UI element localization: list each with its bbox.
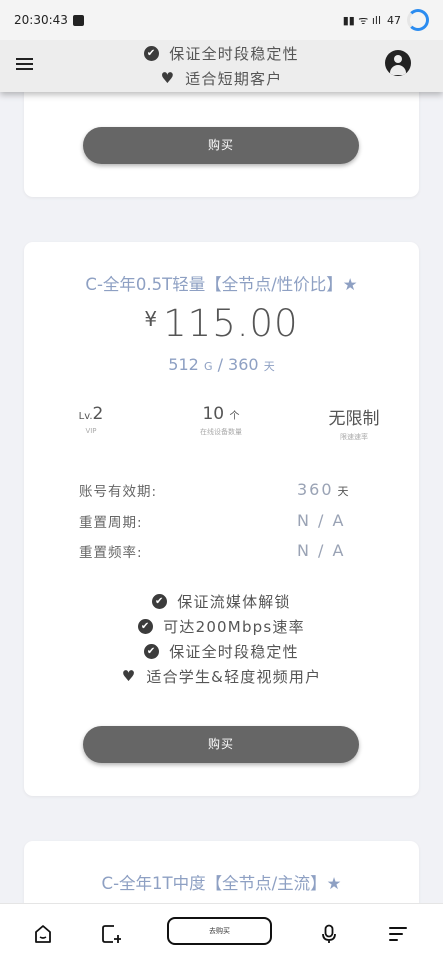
info-key: 账号有效期: xyxy=(79,484,158,500)
info-row-validity: 账号有效期: 360 天 xyxy=(79,480,379,502)
bottom-nav: 去购买 xyxy=(0,903,443,961)
info-row-reset-cycle: 重置周期: N / A xyxy=(79,511,379,533)
feature-item: ✔ 保证流媒体解锁 xyxy=(24,589,419,614)
stat-value: 2 xyxy=(92,404,104,424)
plan-price: ¥115.00 xyxy=(24,302,419,345)
feature-text: 适合短期客户 xyxy=(185,70,283,88)
top-header: ✔ 保证全时段稳定性 ♥ 适合短期客户 xyxy=(0,40,443,92)
info-value: N / A xyxy=(297,541,346,560)
quota-separator: / xyxy=(217,355,223,374)
notification-icon xyxy=(72,14,84,26)
stat-label: VIP xyxy=(85,427,97,435)
traffic-unit: G xyxy=(203,360,213,373)
stat-suffix: 个 xyxy=(229,411,240,422)
feature-item: ✔ 保证全时段稳定性 xyxy=(24,639,419,664)
battery-level: 47 xyxy=(387,13,401,27)
stat-value: 10 xyxy=(202,404,225,424)
top-card-features: ✔ 保证全时段稳定性 ♥ 适合短期客户 xyxy=(0,41,443,91)
buy-button[interactable]: 购买 xyxy=(83,726,359,763)
feature-item: ♥ 适合短期客户 xyxy=(0,66,443,91)
status-left: 20:30:43 xyxy=(14,13,84,27)
plan-quota: 512 G / 360 天 xyxy=(24,355,419,374)
check-circle-icon: ✔ xyxy=(144,644,160,659)
signal-icon: ▮▮ ᯤ ıll xyxy=(342,13,381,27)
tabs-icon[interactable] xyxy=(101,924,121,944)
stat-devices: 10 个 在线设备数量 xyxy=(196,404,246,437)
check-circle-icon: ✔ xyxy=(144,46,160,61)
menu-lines-icon[interactable] xyxy=(388,924,408,944)
stat-label: 在线设备数量 xyxy=(200,428,242,436)
account-circle-icon[interactable] xyxy=(385,50,411,76)
traffic-value: 512 xyxy=(168,355,199,374)
check-circle-icon: ✔ xyxy=(138,619,154,634)
info-key: 重置频率: xyxy=(79,545,143,561)
info-value: N / A xyxy=(297,511,346,530)
nav-pill[interactable]: 去购买 xyxy=(167,917,272,945)
check-circle-icon: ✔ xyxy=(152,594,168,609)
home-icon[interactable] xyxy=(33,924,53,944)
feature-text: 可达200Mbps速率 xyxy=(163,618,305,636)
mic-icon[interactable] xyxy=(319,924,339,944)
stat-speed-limit: 无限制 限速速率 xyxy=(319,404,389,442)
plan-card: C-全年0.5T轻量【全节点/性价比】★ ¥115.00 512 G / 360… xyxy=(24,242,419,796)
status-bar: 20:30:43 ▮▮ ᯤ ıll 47 xyxy=(0,0,443,40)
feature-list: ✔ 保证流媒体解锁 ✔ 可达200Mbps速率 ✔ 保证全时段稳定性 ♥ 适合学… xyxy=(24,589,419,689)
info-row-reset-frequency: 重置频率: N / A xyxy=(79,541,379,563)
heart-icon: ♥ xyxy=(160,69,176,87)
status-time: 20:30:43 xyxy=(14,13,68,27)
plan-title: C-全年1T中度【全节点/主流】★ xyxy=(101,874,342,893)
stat-vip-level: Lv.2 VIP xyxy=(76,404,106,435)
info-value: 360 天 xyxy=(297,480,349,499)
status-right: ▮▮ ᯤ ıll 47 xyxy=(343,9,429,31)
feature-text: 保证全时段稳定性 xyxy=(169,643,299,661)
loading-ring-icon xyxy=(407,9,429,31)
feature-item: ✔ 可达200Mbps速率 xyxy=(24,614,419,639)
currency-symbol: ¥ xyxy=(144,307,158,331)
buy-button[interactable]: 购买 xyxy=(83,127,359,164)
heart-icon: ♥ xyxy=(121,667,137,685)
feature-item: ♥ 适合学生&轻度视频用户 xyxy=(24,664,419,689)
info-key: 重置周期: xyxy=(79,515,143,531)
stat-prefix: Lv. xyxy=(78,411,93,422)
days-value: 360 xyxy=(228,355,259,374)
plan-title: C-全年0.5T轻量【全节点/性价比】★ xyxy=(85,275,358,294)
feature-text: 保证全时段稳定性 xyxy=(169,45,299,63)
price-amount: 115.00 xyxy=(163,302,299,345)
feature-text: 保证流媒体解锁 xyxy=(177,593,291,611)
stat-value: 无限制 xyxy=(328,409,380,429)
feature-text: 适合学生&轻度视频用户 xyxy=(146,668,322,686)
days-unit: 天 xyxy=(263,360,275,373)
stat-label: 限速速率 xyxy=(340,433,368,441)
feature-item: ✔ 保证全时段稳定性 xyxy=(0,41,443,66)
